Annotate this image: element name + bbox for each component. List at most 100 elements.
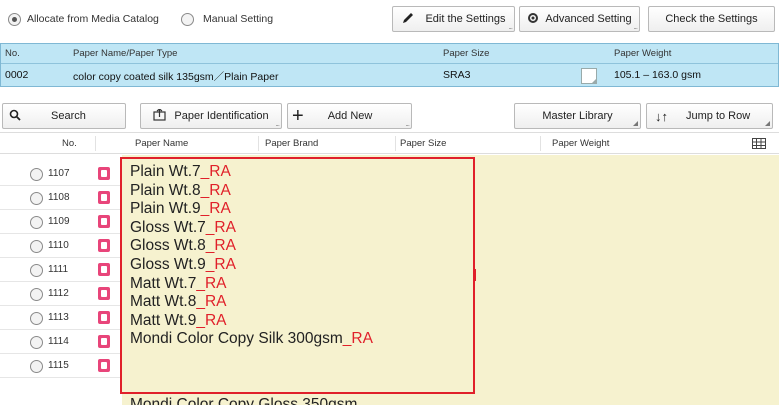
- row-select-radio[interactable]: [30, 264, 43, 277]
- paper-name-base: Gloss Wt.7: [130, 218, 206, 236]
- paper-name-suffix: _RA: [205, 256, 236, 273]
- row-select-radio[interactable]: [30, 312, 43, 325]
- paper-type-icon: [98, 311, 110, 324]
- search-button[interactable]: Search: [2, 103, 126, 129]
- paper-name-suffix: _RA: [200, 181, 231, 199]
- col-paper-name[interactable]: Paper Name: [135, 138, 188, 149]
- paper-name-suffix: _RA: [196, 311, 227, 329]
- tooltip-paper-name: Gloss Wt.8_RA: [130, 237, 236, 254]
- col-paper-size[interactable]: Paper Size: [400, 138, 446, 149]
- row-select-radio[interactable]: [30, 168, 43, 181]
- tooltip-paper-name: Matt Wt.8_RA: [130, 293, 226, 310]
- column-settings-icon[interactable]: [752, 138, 766, 152]
- check-settings-label: Check the Settings: [665, 13, 758, 25]
- selected-paper-weight: 105.1 – 163.0 gsm: [614, 69, 701, 81]
- paper-name-base: Matt Wt.8: [130, 293, 197, 311]
- tooltip-paper-name: Plain Wt.7_RA: [130, 163, 231, 180]
- tooltip-paper-name: Mondi Color Copy Silk 300gsm_RA: [130, 330, 373, 347]
- tooltip-paper-name: Plain Wt.9_RA: [130, 200, 231, 217]
- paper-name-below: Mondi Color Copy Gloss 350gsm: [130, 396, 358, 405]
- row-divider: [0, 209, 120, 210]
- col-divider: [395, 136, 396, 151]
- col-paper-brand[interactable]: Paper Brand: [265, 138, 318, 149]
- paper-name-base: Gloss Wt.8: [130, 237, 206, 255]
- paper-name-base: Matt Wt.7: [130, 274, 197, 292]
- row-number: 1113: [48, 312, 69, 323]
- tooltip-paper-name: Matt Wt.9_RA: [130, 312, 226, 329]
- tooltip-paper-name: Gloss Wt.7_RA: [130, 219, 236, 236]
- paper-name-base: Gloss Wt.9: [130, 256, 206, 273]
- paper-type-icon: [98, 239, 110, 252]
- row-number: 1115: [48, 360, 69, 371]
- master-library-label: Master Library: [542, 110, 613, 122]
- col-divider: [95, 136, 96, 151]
- more-dots-icon: ...: [275, 119, 280, 128]
- row-divider: [0, 185, 120, 186]
- paper-size-icon: [581, 68, 597, 84]
- edit-settings-button[interactable]: Edit the Settings ...: [392, 6, 515, 32]
- radio-allocate-catalog-label[interactable]: Allocate from Media Catalog: [27, 13, 159, 25]
- dropdown-corner-icon: [765, 121, 770, 126]
- radio-manual-setting-label[interactable]: Manual Setting: [203, 13, 273, 25]
- divider: [1, 63, 778, 64]
- row-number: 1112: [48, 288, 69, 299]
- paper-name-base: Plain Wt.8: [130, 181, 201, 199]
- jump-to-row-button[interactable]: ↓↑ Jump to Row: [646, 103, 773, 129]
- sort-arrows-icon: ↓↑: [655, 108, 668, 124]
- row-divider: [0, 353, 120, 354]
- col-divider: [540, 136, 541, 151]
- row-number: 1110: [48, 240, 69, 251]
- row-select-radio[interactable]: [30, 216, 43, 229]
- add-new-button[interactable]: + Add New ...: [287, 103, 412, 129]
- paper-type-icon: [98, 287, 110, 300]
- radio-allocate-catalog[interactable]: [8, 13, 21, 26]
- paper-name-base: Plain Wt.9: [130, 200, 201, 218]
- tooltip-paper-name: Gloss Wt.9_RA: [130, 256, 236, 273]
- paper-name-suffix: _RA: [205, 218, 236, 236]
- row-divider: [0, 305, 120, 306]
- col-header-weight: Paper Weight: [614, 48, 672, 59]
- master-library-button[interactable]: Master Library: [514, 103, 641, 129]
- row-select-radio[interactable]: [30, 360, 43, 373]
- paper-type-icon: [98, 335, 110, 348]
- gear-icon: [527, 12, 539, 27]
- advanced-setting-button[interactable]: Advanced Setting ...: [519, 6, 640, 32]
- paper-type-icon: [98, 359, 110, 372]
- paper-identification-label: Paper Identification: [174, 110, 269, 122]
- col-header-no: No.: [5, 48, 20, 59]
- radio-manual-setting[interactable]: [181, 13, 194, 26]
- row-divider: [0, 233, 120, 234]
- paper-name-suffix: _RA: [196, 293, 227, 311]
- jump-to-row-label: Jump to Row: [686, 110, 751, 122]
- row-divider: [0, 329, 120, 330]
- dropdown-corner-icon: [633, 121, 638, 126]
- more-dots-icon: ...: [405, 119, 410, 128]
- selected-paper-panel[interactable]: No. Paper Name/Paper Type Paper Size Pap…: [0, 43, 779, 87]
- paper-type-icon: [98, 263, 110, 276]
- tooltip-paper-name: Plain Wt.8_RA: [130, 182, 231, 199]
- row-divider: [0, 281, 120, 282]
- row-number: 1114: [48, 336, 69, 347]
- paper-table-body: 1107 1108 1109 1110 1111 1112 1113 1114 1115 Mon…: [0, 155, 779, 405]
- row-select-radio[interactable]: [30, 240, 43, 253]
- paper-name-suffix: _RA: [196, 274, 227, 292]
- row-number: 1108: [48, 192, 70, 203]
- col-no[interactable]: No.: [62, 138, 77, 149]
- col-divider: [258, 136, 259, 151]
- paper-name-base: Mondi Color Copy Silk 300gsm: [130, 330, 343, 348]
- check-settings-button[interactable]: Check the Settings: [648, 6, 775, 32]
- pencil-icon: [401, 11, 415, 28]
- row-divider: [0, 257, 120, 258]
- col-paper-weight[interactable]: Paper Weight: [552, 138, 609, 149]
- col-header-size: Paper Size: [443, 48, 490, 59]
- paper-identification-button[interactable]: Paper Identification ...: [140, 103, 282, 129]
- more-dots-icon: ...: [633, 22, 638, 31]
- search-icon: [9, 109, 21, 124]
- row-select-radio[interactable]: [30, 336, 43, 349]
- paper-type-icon: [98, 215, 110, 228]
- paper-name-base: Plain Wt.7: [130, 163, 201, 180]
- paper-identification-icon: [153, 107, 167, 124]
- row-select-radio[interactable]: [30, 288, 43, 301]
- paper-name-tooltip: Plain Wt.7_RA Plain Wt.8_RA Plain Wt.9_RA G…: [120, 157, 475, 394]
- row-select-radio[interactable]: [30, 192, 43, 205]
